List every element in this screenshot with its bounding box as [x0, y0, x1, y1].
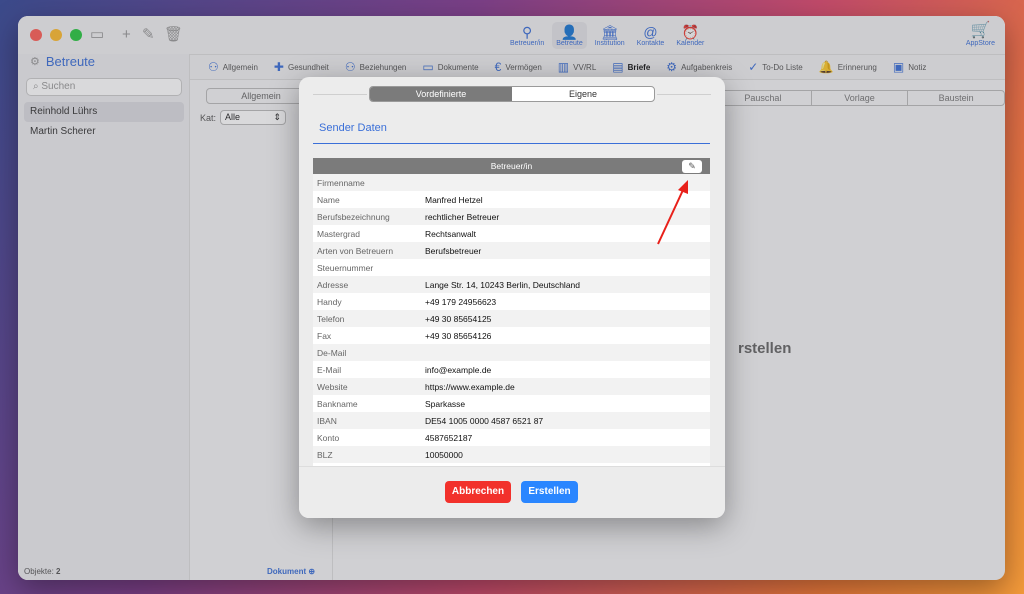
- arrow-shaft: [657, 189, 684, 245]
- annotation-arrow: [657, 180, 688, 245]
- arrow-head: [678, 180, 688, 194]
